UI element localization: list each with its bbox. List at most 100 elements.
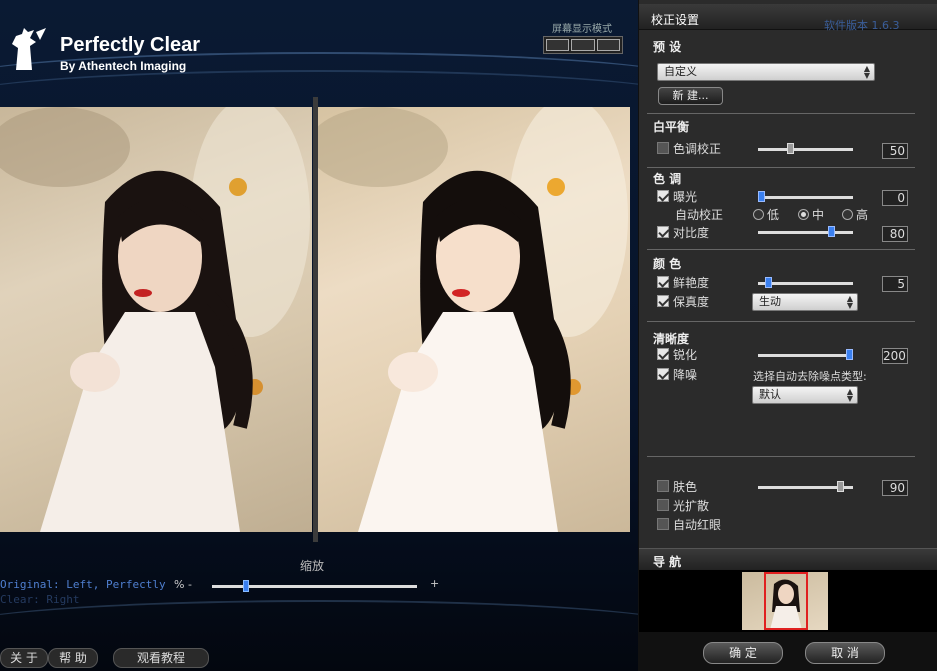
radio-low[interactable] <box>753 208 764 220</box>
vibrancy-slider-thumb[interactable] <box>765 277 773 288</box>
mode-split-icon[interactable] <box>571 39 595 51</box>
tone-correction-label: 色调校正 <box>673 141 722 156</box>
contrast-row: 对比度 <box>657 224 709 240</box>
auto-correct-option-high[interactable]: 高 <box>842 206 868 222</box>
exposure-value[interactable]: 0 <box>882 190 908 206</box>
tone-correction-slider-thumb[interactable] <box>787 143 795 154</box>
exposure-slider[interactable] <box>758 196 853 199</box>
new-preset-button[interactable]: 新 建... <box>658 87 723 105</box>
updown-arrow-icon: ▲ ▼ <box>846 387 853 403</box>
sharpen-checkbox[interactable] <box>657 348 669 360</box>
tone-correction-value[interactable]: 50 <box>882 143 908 159</box>
section-divider <box>647 456 915 457</box>
vibrancy-row: 鲜艳度 <box>657 274 709 290</box>
original-photo[interactable] <box>0 107 312 532</box>
section-divider <box>647 113 915 114</box>
radio-high[interactable] <box>842 208 853 220</box>
mode-single-icon[interactable] <box>546 39 570 51</box>
light-diffusion-label: 光扩散 <box>673 498 710 513</box>
vibrancy-label: 鲜艳度 <box>673 275 710 290</box>
compare-status-text-2: Clear: Right <box>0 593 80 606</box>
navigation-heading: 导 航 <box>653 555 682 569</box>
exposure-slider-thumb[interactable] <box>758 191 765 202</box>
ok-button[interactable]: 确 定 <box>703 642 783 664</box>
compare-status-text: Original: Left, Perfectly <box>0 578 166 591</box>
auto-option-label: 高 <box>856 207 869 222</box>
navigation-thumbnail[interactable] <box>742 572 828 630</box>
denoise-row: 降噪 <box>657 366 697 382</box>
light-diffusion-checkbox[interactable] <box>657 499 669 511</box>
denoise-type-label: 选择自动去除噪点类型: <box>753 370 867 383</box>
vibrancy-checkbox[interactable] <box>657 276 669 288</box>
denoise-type-value: 默认 <box>759 388 781 401</box>
skin-tone-checkbox[interactable] <box>657 480 669 492</box>
section-divider <box>647 249 915 250</box>
sharpen-row: 锐化 <box>657 346 697 362</box>
auto-redeye-label: 自动红眼 <box>673 517 722 532</box>
fidelity-checkbox[interactable] <box>657 295 669 307</box>
zoom-label: 缩放 <box>300 559 325 573</box>
denoise-label: 降噪 <box>673 367 698 382</box>
fidelity-select[interactable]: 生动 ▲ ▼ <box>752 293 858 311</box>
portrait-image <box>318 107 628 532</box>
color-heading: 颜 色 <box>653 257 682 271</box>
tone-correction-row: 色调校正 <box>657 140 721 156</box>
exposure-label: 曝光 <box>673 189 698 204</box>
navigation-viewport-frame[interactable] <box>764 572 808 630</box>
denoise-checkbox[interactable] <box>657 368 669 380</box>
skin-tone-value[interactable]: 90 <box>882 480 908 496</box>
sharpen-value[interactable]: 200 <box>882 348 908 364</box>
light-diffusion-row: 光扩散 <box>657 497 709 513</box>
preset-select[interactable]: 自定义 ▲ ▼ <box>657 63 875 81</box>
auto-option-label: 低 <box>767 207 780 222</box>
navigation-header: 导 航 <box>639 548 937 570</box>
app-logo: Perfectly Clear By Athentech Imaging <box>6 26 226 76</box>
auto-correct-option-medium[interactable]: 中 <box>798 206 824 222</box>
vibrancy-slider[interactable] <box>758 282 853 285</box>
corrected-photo[interactable] <box>318 107 630 532</box>
contrast-slider-thumb[interactable] <box>828 226 836 237</box>
panel-header: 校正设置 软件版本 1.6.3 <box>639 4 937 32</box>
radio-medium[interactable] <box>798 208 809 220</box>
screen-mode-label: 屏幕显示模式 <box>552 24 612 35</box>
portrait-image <box>0 107 310 532</box>
tone-correction-slider[interactable] <box>758 148 853 151</box>
updown-arrow-icon: ▲ ▼ <box>863 64 870 80</box>
contrast-slider[interactable] <box>758 231 853 234</box>
contrast-label: 对比度 <box>673 225 710 240</box>
auto-correct-option-low[interactable]: 低 <box>753 206 779 222</box>
zoom-slider-thumb[interactable] <box>243 580 249 592</box>
help-button[interactable]: 帮 助 <box>48 648 98 668</box>
skin-tone-row: 肤色 <box>657 478 697 494</box>
vibrancy-value[interactable]: 5 <box>882 276 908 292</box>
skin-tone-label: 肤色 <box>673 479 698 494</box>
contrast-value[interactable]: 80 <box>882 226 908 242</box>
preview-pane: Perfectly Clear By Athentech Imaging 屏幕显… <box>0 0 638 671</box>
logo-figure-icon <box>12 28 46 70</box>
cancel-button[interactable]: 取 消 <box>805 642 885 664</box>
app-subtitle: By Athentech Imaging <box>60 59 187 73</box>
preset-heading: 预 设 <box>653 40 682 54</box>
skin-tone-slider-thumb[interactable] <box>837 481 845 492</box>
denoise-type-select[interactable]: 默认 ▲ ▼ <box>752 386 858 404</box>
sharpen-slider[interactable] <box>758 354 853 357</box>
about-button[interactable]: 关 于 <box>0 648 48 668</box>
sharpness-heading: 清晰度 <box>653 332 690 346</box>
auto-redeye-row: 自动红眼 <box>657 516 721 532</box>
screen-mode-switcher[interactable] <box>543 36 623 54</box>
fidelity-select-value: 生动 <box>759 295 781 308</box>
auto-correct-label: 自动校正 <box>675 207 724 222</box>
updown-arrow-icon: ▲ ▼ <box>846 294 853 310</box>
sharpen-slider-thumb[interactable] <box>846 349 853 360</box>
exposure-checkbox[interactable] <box>657 190 669 202</box>
contrast-checkbox[interactable] <box>657 226 669 238</box>
version-label: 软件版本 1.6.3 <box>824 19 900 32</box>
zoom-minus-label: % - <box>174 578 192 591</box>
mode-compare-icon[interactable] <box>596 39 620 51</box>
auto-redeye-checkbox[interactable] <box>657 518 669 530</box>
watch-tutorial-button[interactable]: 观看教程 <box>113 648 209 668</box>
section-divider <box>647 321 915 322</box>
fidelity-label: 保真度 <box>673 294 710 309</box>
tone-correction-checkbox[interactable] <box>657 142 669 154</box>
zoom-plus-label: + <box>430 577 440 590</box>
